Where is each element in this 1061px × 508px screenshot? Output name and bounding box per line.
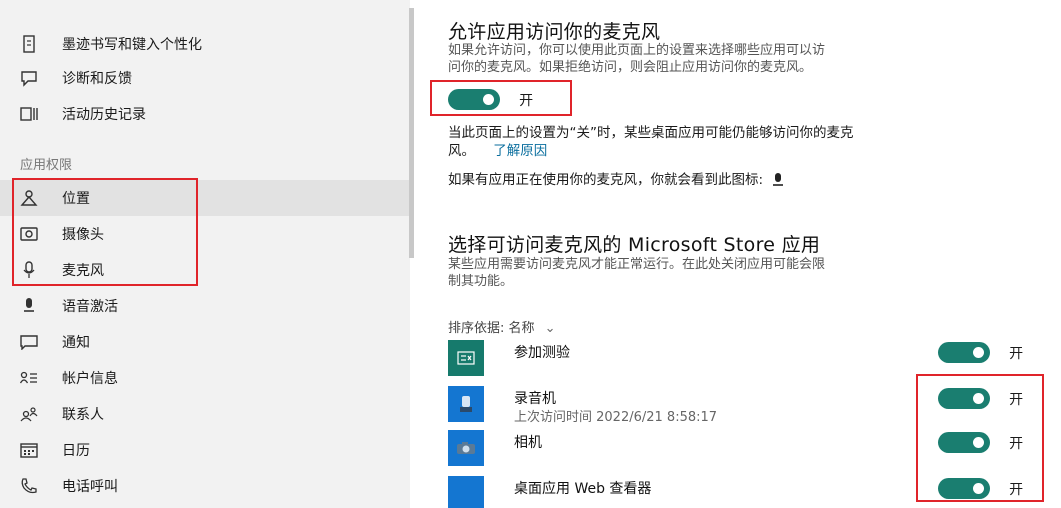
app-name: 桌面应用 Web 查看器 <box>514 481 652 497</box>
desktop-apps-note-line2: 风。 了解原因 <box>448 143 548 159</box>
app-name: 录音机 <box>514 391 556 407</box>
app-name: 参加测验 <box>514 345 570 361</box>
contacts-icon <box>18 403 40 425</box>
sidebar-item-account-info[interactable]: 帐户信息 <box>0 360 410 396</box>
quiz-icon <box>448 340 484 376</box>
notification-icon <box>18 331 40 353</box>
feedback-icon <box>18 67 40 89</box>
sidebar-item-label: 帐户信息 <box>62 371 118 387</box>
allow-access-title: 允许应用访问你的麦克风 <box>448 21 661 43</box>
phone-icon <box>18 475 40 497</box>
sidebar-item-label: 电话呼叫 <box>62 479 118 495</box>
allow-access-desc-line2: 问你的麦克风。如果拒绝访问，则会阻止应用访问你的麦克风。 <box>448 60 813 75</box>
sort-label: 排序依据: 名称 <box>448 321 535 336</box>
sidebar-item-calendar[interactable]: 日历 <box>0 432 410 468</box>
activity-history-icon <box>18 103 40 125</box>
sidebar-item-label: 联系人 <box>62 407 104 423</box>
sidebar-item-contacts[interactable]: 联系人 <box>0 396 410 432</box>
sidebar-item-label: 墨迹书写和键入个性化 <box>62 37 202 53</box>
app-toggle-quiz[interactable]: 开 <box>938 342 1023 363</box>
sidebar-item-phone-calls[interactable]: 电话呼叫 <box>0 468 410 504</box>
sort-dropdown[interactable]: 排序依据: 名称 ⌄ <box>448 317 556 336</box>
sidebar-item-diagnostics[interactable]: 诊断和反馈 <box>0 60 410 96</box>
desktop-apps-note-line1: 当此页面上的设置为“关”时，某些桌面应用可能仍能够访问你的麦克 <box>448 125 854 141</box>
account-info-icon <box>18 367 40 389</box>
section-app-permissions: 应用权限 <box>20 158 73 173</box>
highlight-box-app-toggles <box>916 374 1044 502</box>
toggle-switch[interactable] <box>938 342 990 363</box>
chevron-down-icon: ⌄ <box>544 321 556 336</box>
main-content: 允许应用访问你的麦克风 如果允许访问，你可以使用此页面上的设置来选择哪些应用可以… <box>414 0 1061 508</box>
recorder-icon <box>448 386 484 422</box>
camera-app-icon <box>448 430 484 466</box>
learn-why-link[interactable]: 了解原因 <box>493 143 547 159</box>
store-apps-title: 选择可访问麦克风的 Microsoft Store 应用 <box>448 234 821 256</box>
sidebar-item-voice-activation[interactable]: 语音激活 <box>0 288 410 324</box>
mic-indicator-note: 如果有应用正在使用你的麦克风，你就会看到此图标: <box>448 171 784 192</box>
sidebar-item-label: 语音激活 <box>62 299 118 315</box>
app-last-accessed: 上次访问时间 2022/6/21 8:58:17 <box>514 410 718 425</box>
sidebar-item-notifications[interactable]: 通知 <box>0 324 410 360</box>
store-apps-desc-line2: 制其功能。 <box>448 274 514 289</box>
pen-icon <box>18 33 40 55</box>
sidebar-item-label: 诊断和反馈 <box>62 71 132 87</box>
app-name: 相机 <box>514 435 542 451</box>
highlight-box-permissions <box>12 178 198 286</box>
sidebar-item-label: 活动历史记录 <box>62 107 146 123</box>
sidebar-item-activity-history[interactable]: 活动历史记录 <box>0 96 410 132</box>
web-viewer-icon <box>448 476 484 508</box>
allow-access-desc-line1: 如果允许访问，你可以使用此页面上的设置来选择哪些应用可以访 <box>448 43 826 58</box>
sidebar-item-inking-typing[interactable]: 墨迹书写和键入个性化 <box>0 26 410 62</box>
mic-in-use-icon <box>773 173 784 192</box>
calendar-icon <box>18 439 40 461</box>
store-apps-desc-line1: 某些应用需要访问麦克风才能正常运行。在此处关闭应用可能会限 <box>448 257 826 272</box>
sidebar-item-label: 日历 <box>62 443 90 459</box>
settings-sidebar: 墨迹书写和键入个性化 诊断和反馈 活动历史记录 应用权限 位置 摄像头 麦克风 <box>0 0 414 508</box>
highlight-box-master-toggle <box>430 80 572 116</box>
toggle-label: 开 <box>1009 345 1024 362</box>
voice-activation-icon <box>18 295 40 317</box>
sidebar-item-label: 通知 <box>62 335 90 351</box>
